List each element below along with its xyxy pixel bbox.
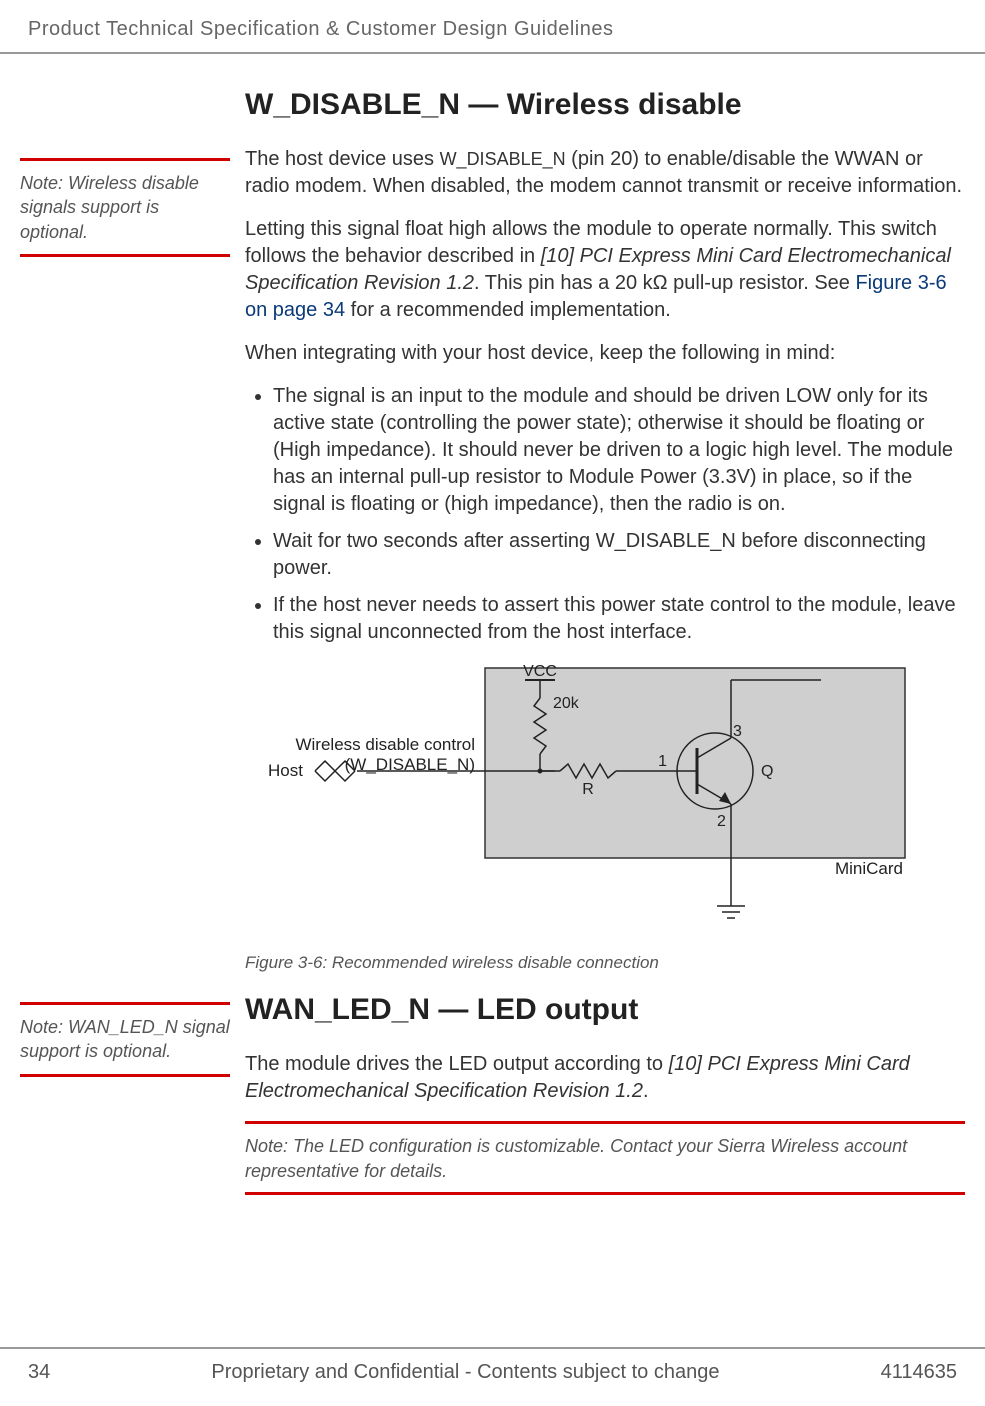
inline-note-rule-bottom: [245, 1192, 965, 1195]
sidenote-rule-bottom-1: [20, 254, 230, 257]
inline-note-rule-top: [245, 1121, 965, 1124]
sidenote-rule-top-1: [20, 158, 230, 161]
label-ctrl1: Wireless disable control: [295, 735, 475, 754]
list-item: Wait for two seconds after asserting W_D…: [273, 528, 965, 582]
paragraph: The host device uses W_DISABLE_N (pin 20…: [245, 146, 965, 200]
sidenote-rule-top-2: [20, 1002, 230, 1005]
text: The module drives the LED output accordi…: [245, 1053, 669, 1075]
schematic-svg: Host Wireless disable control (W_DISABLE…: [245, 658, 945, 938]
minicard-box: [485, 668, 905, 858]
inline-note: Note: The LED configuration is customiza…: [245, 1134, 965, 1184]
signal-name: W_DISABLE_N: [440, 149, 566, 169]
label-host: Host: [268, 761, 303, 780]
label-vcc: VCC: [523, 663, 557, 680]
section-title-wanled: WAN_LED_N — LED output: [245, 993, 965, 1027]
footer-center: Proprietary and Confidential - Contents …: [211, 1361, 719, 1384]
sidenote-rule-bottom-2: [20, 1074, 230, 1077]
list-item: The signal is an input to the module and…: [273, 383, 965, 518]
label-2: 2: [717, 813, 726, 830]
text: .: [643, 1080, 649, 1102]
label-1: 1: [658, 753, 667, 770]
label-r: R: [582, 781, 594, 798]
paragraph: Letting this signal float high allows th…: [245, 216, 965, 324]
list-item: If the host never needs to assert this p…: [273, 592, 965, 646]
label-3: 3: [733, 723, 742, 740]
figure-3-6: Host Wireless disable control (W_DISABLE…: [245, 658, 965, 943]
label-20k: 20k: [553, 695, 580, 712]
text: . This pin has a 20 kΩ pull-up resistor.…: [474, 272, 855, 294]
label-minicard: MiniCard: [835, 859, 903, 878]
sidenote-wanled: Note: WAN_LED_N signal support is option…: [20, 1015, 230, 1064]
running-header: Product Technical Specification & Custom…: [28, 18, 613, 41]
header-rule: [0, 52, 985, 54]
paragraph: The module drives the LED output accordi…: [245, 1051, 965, 1105]
footer-rule: [0, 1347, 985, 1349]
label-q: Q: [761, 763, 773, 780]
figure-caption: Figure 3-6: Recommended wireless disable…: [245, 953, 965, 973]
page-footer: 34 Proprietary and Confidential - Conten…: [0, 1347, 985, 1384]
doc-number: 4114635: [881, 1361, 957, 1384]
text: for a recommended implementation.: [345, 299, 671, 321]
sidenote-wdisable: Note: Wireless disable signals support i…: [20, 171, 230, 244]
page-number: 34: [28, 1361, 50, 1384]
section-title-wdisable: W_DISABLE_N — Wireless disable: [245, 88, 965, 122]
text: The host device uses: [245, 148, 440, 170]
bullet-list: The signal is an input to the module and…: [245, 383, 965, 646]
paragraph: When integrating with your host device, …: [245, 340, 965, 367]
